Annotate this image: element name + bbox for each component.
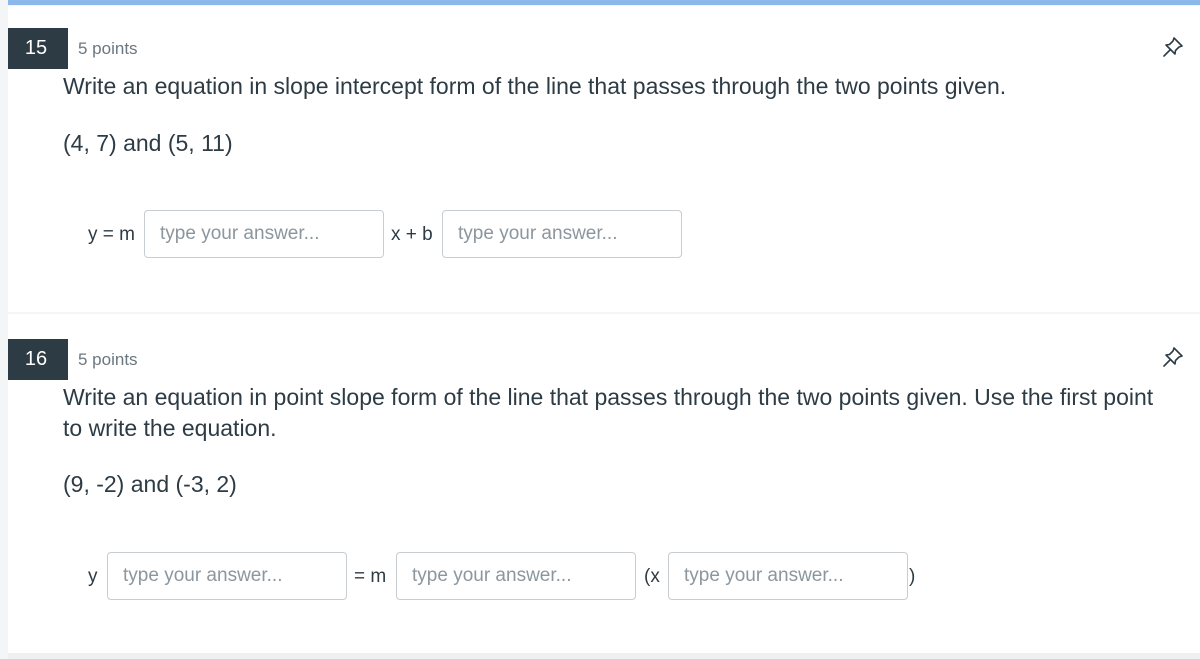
y1-answer-input[interactable] [107, 552, 347, 600]
question-points: 5 points [78, 39, 138, 58]
question-number: 16 [8, 339, 68, 380]
question-text: Write an equation in point slope form of… [63, 384, 1154, 441]
question-card-16: 16 5 points Write an equation in point s… [8, 314, 1200, 653]
pin-icon[interactable] [1162, 346, 1184, 368]
card-divider [8, 653, 1200, 659]
label-y-equals-m: y = m [88, 224, 135, 245]
pin-icon[interactable] [1162, 36, 1184, 58]
label-close-paren: ) [909, 566, 916, 587]
label-open-paren-x: (x [644, 566, 660, 587]
question-card-15: 15 5 points Write an equation in slope i… [8, 6, 1200, 312]
label-y: y [88, 566, 98, 587]
slope-answer-input[interactable] [144, 210, 384, 258]
progress-accent-bar [8, 0, 1200, 5]
label-x-plus-b: x + b [391, 224, 433, 245]
intercept-answer-input[interactable] [442, 210, 682, 258]
label-equals-m: = m [354, 566, 387, 587]
question-number: 15 [8, 28, 68, 69]
question-text: Write an equation in slope intercept for… [63, 73, 1007, 99]
given-points: (9, -2) and (-3, 2) [63, 471, 237, 497]
given-points: (4, 7) and (5, 11) [63, 130, 233, 156]
x1-answer-input[interactable] [668, 552, 908, 600]
slope-answer-input[interactable] [396, 552, 636, 600]
question-points: 5 points [78, 350, 138, 369]
